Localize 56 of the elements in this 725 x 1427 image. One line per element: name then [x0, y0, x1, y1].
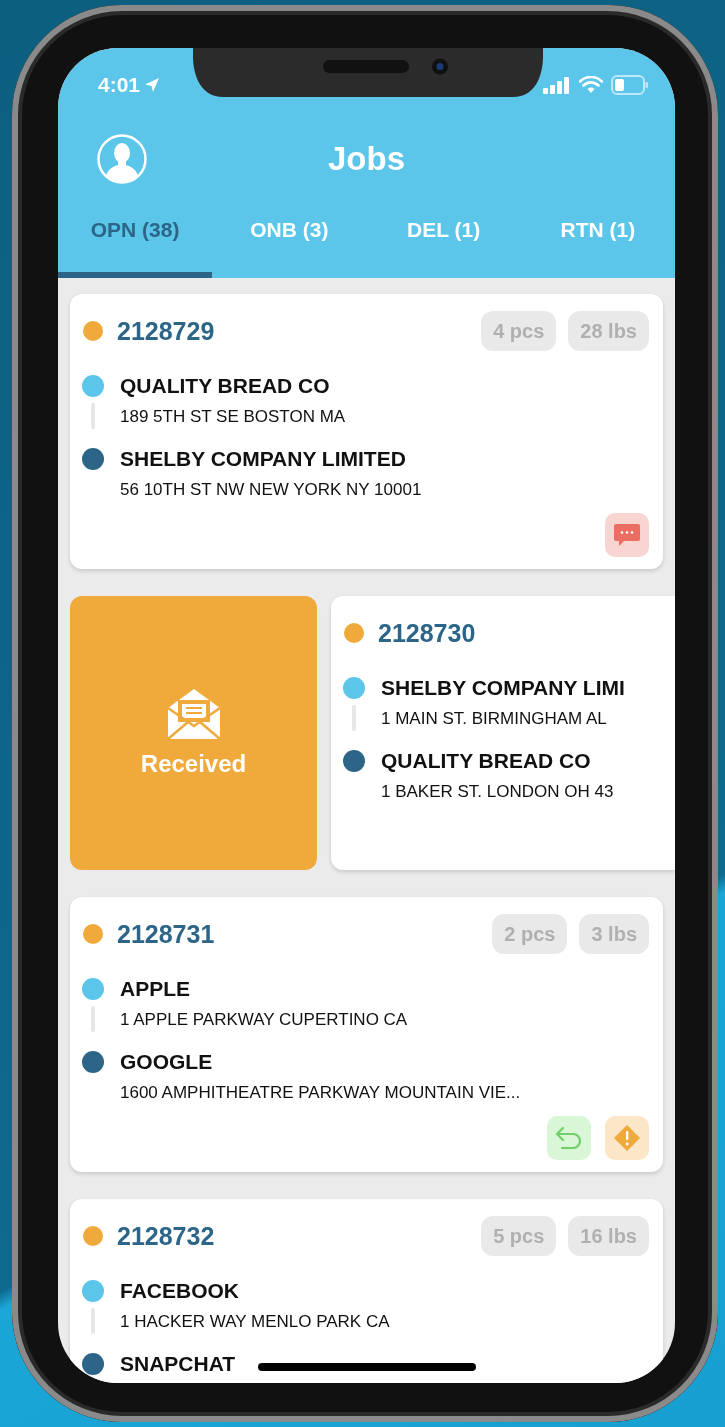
- location-arrow-icon: [144, 76, 161, 93]
- address-text: 1 MAIN ST. BIRMINGHAM AL: [381, 708, 607, 730]
- pieces-badge: 5 pcs: [481, 1216, 557, 1256]
- address-text: 1 HACKER WAY MENLO PARK CA: [120, 1311, 390, 1333]
- warning-icon[interactable]: [605, 1116, 649, 1160]
- dropoff-dot: [82, 448, 104, 470]
- job-number: 2128732: [117, 1221, 215, 1251]
- pieces-badge: 2 pcs: [492, 914, 568, 954]
- status-dot: [83, 924, 103, 944]
- job-number: 2128730: [378, 618, 476, 648]
- address-text: 189 5TH ST SE BOSTON MA: [120, 406, 346, 428]
- pickup-dot: [82, 978, 104, 1000]
- pickup-dot: [343, 677, 365, 699]
- job-number: 2128729: [117, 316, 215, 346]
- dropoff-dot: [82, 1353, 104, 1375]
- status-tab[interactable]: RTN (1): [520, 205, 675, 278]
- dropoff-dot: [82, 1051, 104, 1073]
- job-card[interactable]: 2128729 4 pcs 28 lbs QUALITY BREAD CO 189 5TH ST SE BOSTON MA SHELBY COMPANY LIMITED 56 10TH ST NW NEW YORK NY 10001: [70, 294, 663, 569]
- company-name: APPLE: [120, 976, 190, 1002]
- status-dot: [83, 1226, 103, 1246]
- job-card[interactable]: 2128732 5 pcs 16 lbs FACEBOOK 1 HACKER WAY MENLO PARK CA SNAPCHAT: [70, 1199, 663, 1383]
- job-card[interactable]: 2128731 2 pcs 3 lbs APPLE 1 APPLE PARKWAY CUPERTINO CA GOOGLE 1600 AMPHITHEATRE PARKWAY MOUNTAIN VIE...: [70, 897, 663, 1172]
- signal-icon: [543, 75, 571, 94]
- pickup-dot: [82, 1280, 104, 1302]
- status-tab[interactable]: OPN (38): [58, 205, 213, 278]
- status-tab[interactable]: ONB (3): [212, 205, 367, 278]
- address-text: 1 BAKER ST. LONDON OH 43: [381, 781, 614, 803]
- status-time: 4:01: [98, 72, 141, 97]
- profile-avatar-icon[interactable]: [97, 134, 147, 184]
- status-dot: [83, 321, 103, 341]
- status-tab[interactable]: DEL (1): [366, 205, 521, 278]
- wifi-icon: [579, 75, 603, 94]
- weight-badge: 16 lbs: [568, 1216, 649, 1256]
- address-text: 1 APPLE PARKWAY CUPERTINO CA: [120, 1009, 408, 1031]
- company-name: SHELBY COMPANY LIMITED: [120, 446, 406, 472]
- address-text: 1600 AMPHITHEATRE PARKWAY MOUNTAIN VIE...: [120, 1082, 521, 1104]
- company-name: GOOGLE: [120, 1049, 213, 1075]
- open-envelope-icon: [165, 688, 222, 740]
- dropoff-dot: [343, 750, 365, 772]
- battery-icon: [611, 74, 649, 95]
- weight-badge: 3 lbs: [579, 914, 649, 954]
- company-name: QUALITY BREAD CO: [381, 748, 591, 774]
- chat-icon[interactable]: [605, 513, 649, 557]
- job-card[interactable]: 2128730 SHELBY COMPANY LIMI 1 MAIN ST. BIRMINGHAM AL QUALITY BREAD CO 1 BAKER ST. LONDON OH 43: [331, 596, 675, 870]
- company-name: FACEBOOK: [120, 1278, 239, 1304]
- address-text: 56 10TH ST NW NEW YORK NY 10001: [120, 479, 422, 501]
- page-title: Jobs: [328, 140, 405, 177]
- company-name: QUALITY BREAD CO: [120, 373, 330, 399]
- weight-badge: 28 lbs: [568, 311, 649, 351]
- pickup-dot: [82, 375, 104, 397]
- company-name: SNAPCHAT: [120, 1351, 236, 1377]
- company-name: SHELBY COMPANY LIMI: [381, 675, 625, 701]
- status-dot: [344, 623, 364, 643]
- received-action-button[interactable]: Received: [70, 596, 317, 870]
- job-number: 2128731: [117, 919, 215, 949]
- pieces-badge: 4 pcs: [481, 311, 557, 351]
